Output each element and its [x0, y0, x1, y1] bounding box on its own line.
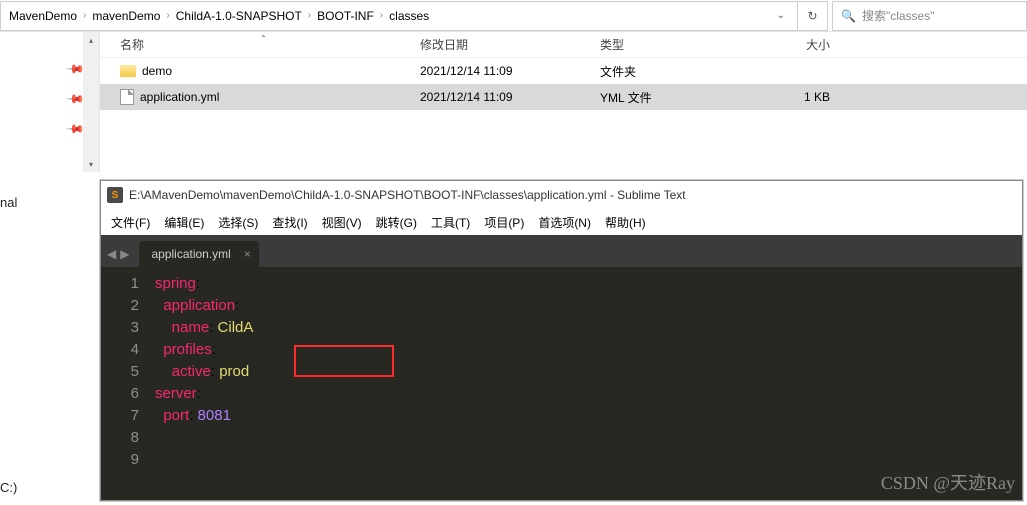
menu-find[interactable]: 查找(I)	[266, 212, 313, 233]
search-input[interactable]: 🔍 搜索"classes"	[832, 1, 1027, 31]
address-bar[interactable]: MavenDemo› mavenDemo› ChildA-1.0-SNAPSHO…	[0, 1, 798, 31]
sort-indicator-icon: ⌃	[260, 34, 267, 43]
column-headers[interactable]: 名称 修改日期 类型 大小	[100, 32, 1027, 58]
file-name: application.yml	[140, 90, 219, 104]
nav-forward-icon[interactable]: ▶	[120, 247, 129, 261]
breadcrumb-item[interactable]: BOOT-INF	[313, 9, 378, 23]
nav-pane[interactable]: 📌 📌 📌 ▴ ▾	[0, 32, 100, 172]
code-area[interactable]: spring: application: name: CildA profile…	[149, 267, 1022, 500]
menu-view[interactable]: 视图(V)	[316, 212, 368, 233]
editor[interactable]: 123 456 789 spring: application: name: C…	[101, 267, 1022, 500]
editor-tab[interactable]: application.yml ×	[139, 241, 258, 267]
menu-project[interactable]: 项目(P)	[478, 212, 530, 233]
menu-prefs[interactable]: 首选项(N)	[532, 212, 597, 233]
sublime-window: S E:\AMavenDemo\mavenDemo\ChildA-1.0-SNA…	[100, 180, 1023, 501]
file-name: demo	[142, 64, 172, 78]
window-title: E:\AMavenDemo\mavenDemo\ChildA-1.0-SNAPS…	[129, 188, 686, 202]
menu-select[interactable]: 选择(S)	[212, 212, 264, 233]
file-list: ⌃ 名称 修改日期 类型 大小 demo 2021/12/14 11:09 文件…	[100, 32, 1027, 172]
cut-text: nal	[0, 195, 17, 210]
refresh-button[interactable]: ↻	[798, 1, 828, 31]
search-icon: 🔍	[841, 9, 856, 23]
col-date[interactable]: 修改日期	[420, 36, 600, 53]
menu-goto[interactable]: 跳转(G)	[370, 212, 423, 233]
breadcrumb-item[interactable]: mavenDemo	[88, 9, 164, 23]
scroll-down-icon[interactable]: ▾	[83, 156, 99, 172]
chevron-right-icon: ›	[306, 10, 313, 21]
nav-back-icon[interactable]: ◀	[107, 247, 116, 261]
file-row-folder[interactable]: demo 2021/12/14 11:09 文件夹	[100, 58, 1027, 84]
menu-file[interactable]: 文件(F)	[105, 212, 156, 233]
file-type: YML 文件	[600, 89, 750, 106]
tab-label: application.yml	[151, 247, 230, 261]
menu-edit[interactable]: 编辑(E)	[158, 212, 210, 233]
file-type: 文件夹	[600, 63, 750, 80]
refresh-icon: ↻	[807, 9, 817, 23]
search-placeholder: 搜索"classes"	[862, 7, 935, 24]
file-date: 2021/12/14 11:09	[420, 64, 600, 78]
menu-help[interactable]: 帮助(H)	[599, 212, 652, 233]
menu-tools[interactable]: 工具(T)	[425, 212, 476, 233]
chevron-right-icon: ›	[378, 10, 385, 21]
close-icon[interactable]: ×	[244, 247, 251, 261]
file-icon	[120, 89, 134, 105]
line-gutter: 123 456 789	[101, 267, 149, 500]
titlebar[interactable]: S E:\AMavenDemo\mavenDemo\ChildA-1.0-SNA…	[101, 181, 1022, 209]
chevron-right-icon: ›	[81, 10, 88, 21]
sublime-logo-icon: S	[107, 187, 123, 203]
file-size: 1 KB	[750, 90, 850, 104]
cut-text: C:)	[0, 480, 17, 495]
folder-icon	[120, 65, 136, 77]
breadcrumb-item[interactable]: classes	[385, 9, 433, 23]
file-row-yml[interactable]: application.yml 2021/12/14 11:09 YML 文件 …	[100, 84, 1027, 110]
scrollbar[interactable]: ▴ ▾	[83, 32, 99, 172]
tab-bar: ◀ ▶ application.yml ×	[101, 235, 1022, 267]
breadcrumb-item[interactable]: ChildA-1.0-SNAPSHOT	[172, 9, 306, 23]
col-size[interactable]: 大小	[750, 36, 850, 53]
chevron-down-icon[interactable]: ⌄	[769, 10, 793, 21]
scroll-up-icon[interactable]: ▴	[83, 32, 99, 48]
file-date: 2021/12/14 11:09	[420, 90, 600, 104]
col-type[interactable]: 类型	[600, 36, 750, 53]
chevron-right-icon: ›	[164, 10, 171, 21]
breadcrumb-item[interactable]: MavenDemo	[5, 9, 81, 23]
menubar: 文件(F) 编辑(E) 选择(S) 查找(I) 视图(V) 跳转(G) 工具(T…	[101, 209, 1022, 235]
